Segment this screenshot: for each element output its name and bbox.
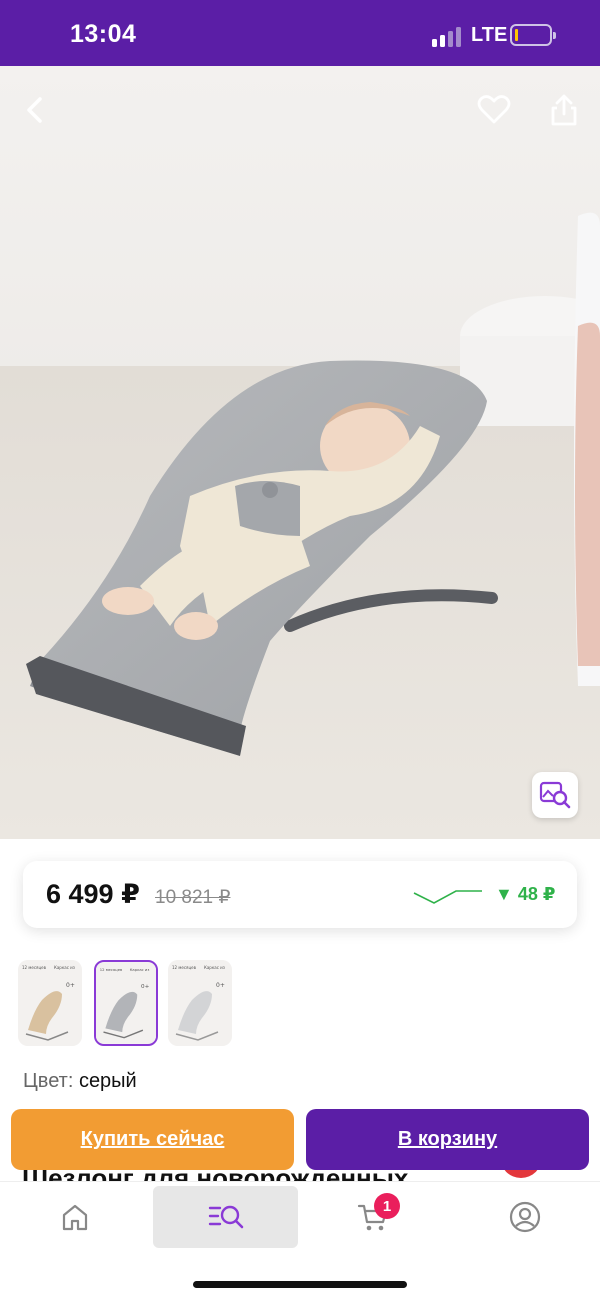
variant-light-gray-image: 12 месяцев Каркас из 0+ — [168, 960, 232, 1046]
variant-light-gray[interactable]: 12 месяцев Каркас из 0+ — [168, 960, 232, 1046]
image-search-icon — [539, 781, 571, 809]
variant-gray-image: 12 месяцев Каркас из 0+ — [96, 962, 156, 1044]
back-button[interactable] — [12, 86, 60, 134]
current-price: 6 499 ₽ — [46, 879, 140, 909]
nav-catalog[interactable] — [153, 1186, 298, 1248]
status-time: 13:04 — [70, 20, 137, 48]
status-bar: 13:04 LTE — [0, 0, 600, 66]
variant-beige[interactable]: 12 месяцев Каркас из 0+ — [18, 960, 82, 1046]
battery-icon — [510, 24, 556, 46]
price-history-chart[interactable] — [412, 883, 484, 907]
variant-tag: 12 месяцев — [22, 965, 47, 970]
add-to-cart-button[interactable]: В корзину — [306, 1109, 589, 1170]
nav-home[interactable] — [2, 1186, 147, 1248]
variant-tag: 12 месяцев — [172, 965, 197, 970]
variant-beige-image: 12 месяцев Каркас из 0+ — [18, 960, 82, 1046]
buy-now-button[interactable]: Купить сейчас — [11, 1109, 294, 1170]
baby-bouncer-photo — [0, 66, 600, 839]
color-selection: Цвет: серый — [23, 1070, 137, 1093]
price-card: 6 499 ₽ 10 821 ₽ ▼ 48 ₽ — [23, 861, 577, 928]
share-icon — [551, 94, 577, 126]
variant-tag: Каркас из — [204, 965, 225, 970]
bottom-navigation: 1 — [0, 1181, 600, 1297]
variant-tag: Каркас из — [54, 965, 75, 970]
network-type: LTE — [471, 24, 508, 46]
nav-cart[interactable] — [300, 1186, 445, 1248]
variant-gray[interactable]: 12 месяцев Каркас из 0+ — [94, 960, 158, 1046]
back-chevron-icon — [27, 97, 42, 123]
heart-icon — [477, 95, 511, 124]
nav-profile[interactable] — [452, 1186, 597, 1248]
favorite-button[interactable] — [470, 86, 518, 134]
signal-strength-icon — [432, 25, 464, 47]
variant-age: 0+ — [66, 982, 75, 989]
old-price: 10 821 ₽ — [155, 887, 231, 908]
share-button[interactable] — [540, 86, 588, 134]
product-image[interactable] — [0, 66, 600, 839]
variant-tag: 12 месяцев — [100, 968, 123, 972]
color-label: Цвет: — [23, 1070, 74, 1092]
color-value: серый — [78, 1070, 137, 1092]
catalog-search-icon — [208, 1205, 243, 1229]
image-search-button[interactable] — [532, 772, 578, 818]
cart-count-badge: 1 — [374, 1193, 400, 1219]
profile-icon — [509, 1201, 540, 1233]
variant-age: 0+ — [141, 984, 150, 990]
price-change: ▼ 48 ₽ — [495, 884, 556, 904]
variant-age: 0+ — [216, 982, 225, 989]
home-icon — [62, 1204, 87, 1231]
variant-tag: Каркас из — [130, 968, 150, 972]
home-indicator[interactable] — [193, 1281, 407, 1288]
